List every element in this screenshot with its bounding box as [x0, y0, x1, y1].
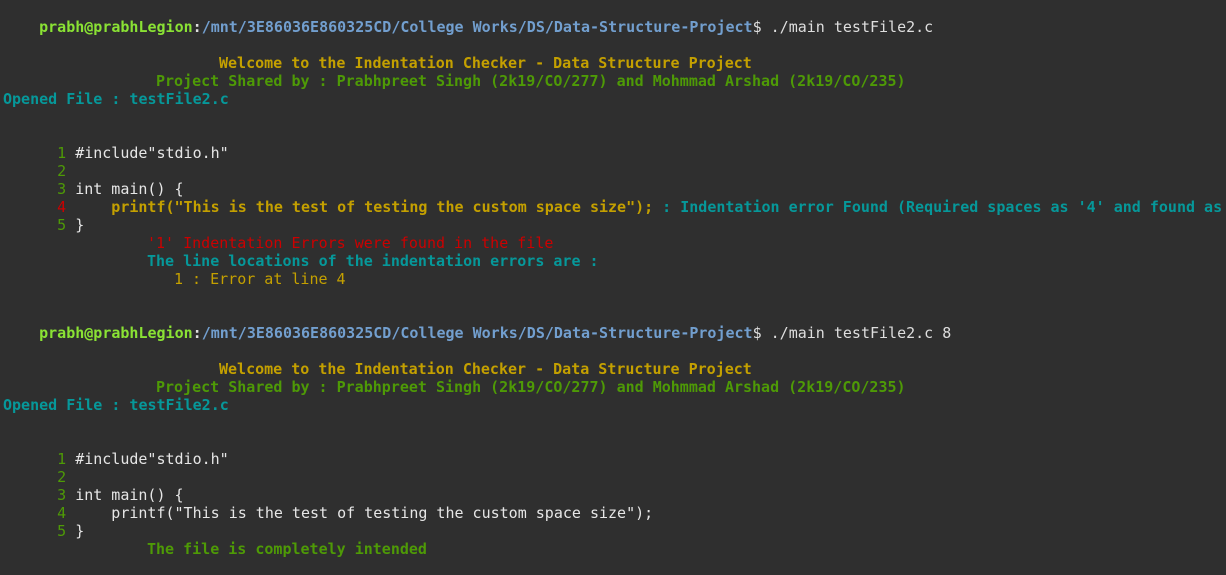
code-line: 5 }: [21, 198, 84, 234]
code-line: 5 }: [21, 504, 84, 540]
error-locations-header: The line locations of the indentation er…: [147, 252, 599, 270]
code-text-error: printf("This is the test of testing the …: [75, 198, 654, 216]
code-text: }: [75, 522, 85, 540]
shell-prompt-line: prabh@prabhLegion:/mnt/3E86036E860325CD/…: [3, 0, 933, 36]
code-line: 3 int main() {: [21, 162, 183, 198]
prompt-dollar: $: [752, 18, 771, 36]
result-message: The file is completely intended: [147, 540, 427, 558]
prompt-command: ./main testFile2.c 8: [770, 324, 952, 342]
shared-by-line: Project Shared by : Prabhpreet Singh (2k…: [156, 378, 906, 396]
code-line: 2: [21, 450, 75, 486]
code-text: #include"stdio.h": [75, 450, 229, 468]
code-text: printf("This is the test of testing the …: [75, 504, 654, 522]
opened-file-line: Opened File : testFile2.c: [3, 396, 229, 414]
prompt-path: /mnt/3E86036E860325CD/College Works/DS/D…: [201, 324, 753, 342]
line-number: 5: [57, 522, 67, 540]
indentation-error-message: : Indentation error Found (Required spac…: [653, 198, 1226, 216]
errors-found-summary: '1' Indentation Errors were found in the…: [147, 234, 554, 252]
welcome-banner: Welcome to the Indentation Checker - Dat…: [219, 54, 752, 72]
prompt-path: /mnt/3E86036E860325CD/College Works/DS/D…: [201, 18, 753, 36]
prompt-command: ./main testFile2.c: [770, 18, 934, 36]
prompt-colon: :: [192, 324, 202, 342]
code-line-error: 4 printf("This is the test of testing th…: [21, 180, 1226, 216]
code-text: #include"stdio.h": [75, 144, 229, 162]
terminal-window[interactable]: prabh@prabhLegion:/mnt/3E86036E860325CD/…: [0, 0, 1226, 575]
code-line: 4 printf("This is the test of testing th…: [21, 486, 653, 522]
prompt-dollar: $: [752, 324, 771, 342]
line-number: 5: [57, 216, 67, 234]
prompt-user: prabh@prabhLegion: [39, 324, 193, 342]
code-line: 2: [21, 144, 75, 180]
opened-file-line: Opened File : testFile2.c: [3, 90, 229, 108]
code-text: }: [75, 216, 85, 234]
welcome-banner: Welcome to the Indentation Checker - Dat…: [219, 360, 752, 378]
shared-by-line: Project Shared by : Prabhpreet Singh (2k…: [156, 72, 906, 90]
prompt-user: prabh@prabhLegion: [39, 18, 193, 36]
error-location-item: 1 : Error at line 4: [174, 270, 346, 288]
code-line: 1 #include"stdio.h": [21, 432, 229, 468]
code-line: 1 #include"stdio.h": [21, 126, 229, 162]
prompt-colon: :: [192, 18, 202, 36]
code-line: 3 int main() {: [21, 468, 183, 504]
shell-prompt-line: prabh@prabhLegion:/mnt/3E86036E860325CD/…: [3, 306, 951, 342]
